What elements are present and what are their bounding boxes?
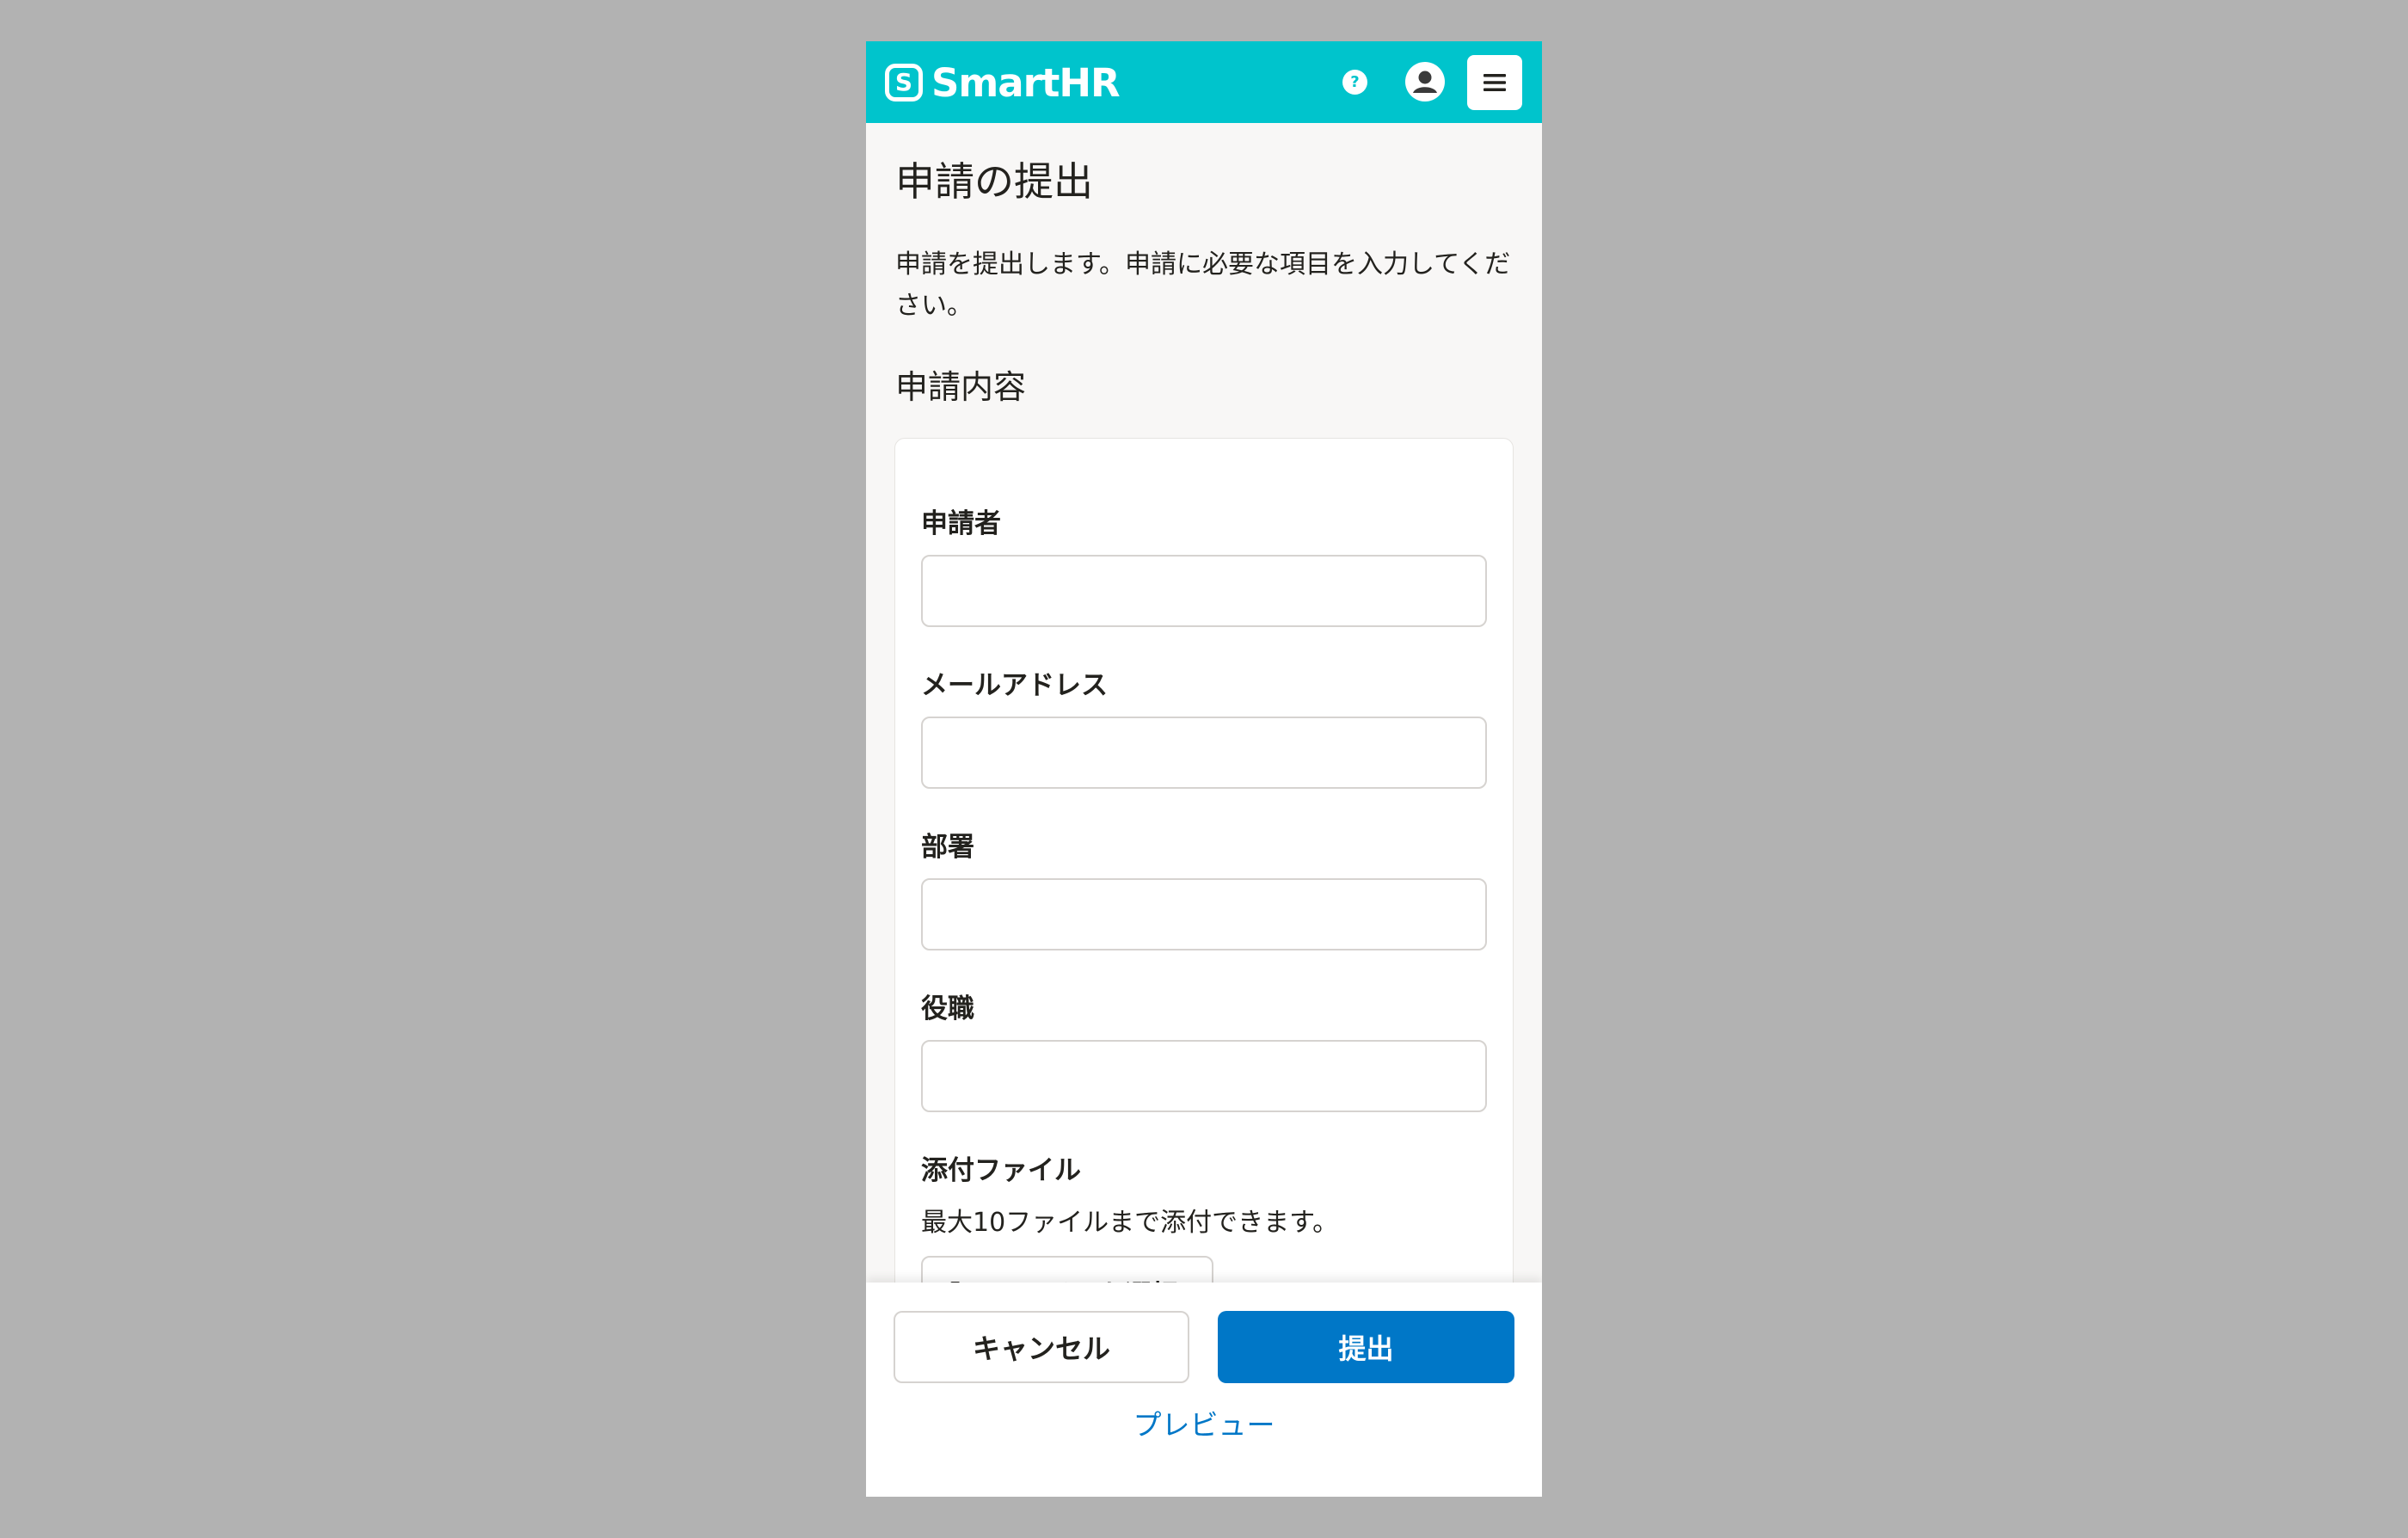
page-title: 申請の提出 [895,158,1093,205]
attachment-help-text: 最大10ファイルまで添付できます。 [921,1208,1339,1238]
help-icon[interactable]: ? [1342,70,1367,95]
position-input[interactable] [921,1040,1487,1112]
department-input[interactable] [921,878,1487,950]
applicant-label: 申請者 [921,508,1001,539]
page-description: 申請を提出します。申請に必要な項目を入力してください。 [895,249,1511,321]
menu-button[interactable] [1467,55,1522,110]
app-header: S SmartHR ? [866,41,1542,123]
applicant-input[interactable] [921,555,1487,627]
attachment-label: 添付ファイル [921,1155,1081,1186]
preview-link-text[interactable]: プレビュー [1133,1408,1275,1442]
section-title: 申請内容 [895,368,1027,406]
submit-button[interactable]: 提出 [1218,1311,1514,1383]
department-label: 部署 [921,832,974,863]
preview-link: プレビュー [866,1411,1542,1439]
user-avatar-icon[interactable] [1405,62,1445,102]
position-label: 役職 [921,994,974,1024]
action-footer: キャンセル 提出 プレビュー [866,1283,1542,1497]
cancel-button[interactable]: キャンセル [894,1311,1189,1383]
smarthr-logo-icon: S [885,64,923,102]
smarthr-logo[interactable]: S SmartHR [885,59,1121,106]
hamburger-menu-icon [1484,74,1506,91]
logo-text: SmartHR [931,59,1121,106]
email-input[interactable] [921,717,1487,789]
mobile-viewport: S SmartHR ? 申請の提出 申請を提出します。申請に必要な項目を入力して… [866,41,1542,1497]
email-label: メールアドレス [921,670,1108,701]
